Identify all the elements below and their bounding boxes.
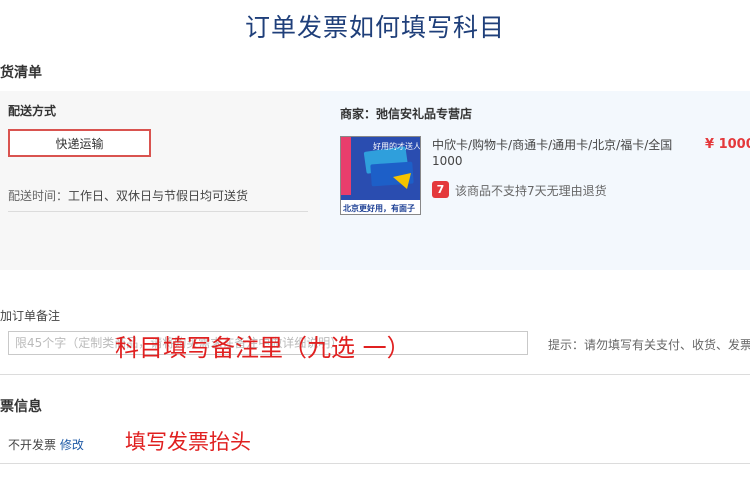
delivery-method-label: 配送方式 (8, 104, 57, 118)
product-title[interactable]: 中欣卡/购物卡/商通卡/通用卡/北京/福卡/全国 (432, 136, 672, 153)
delivery-time-label: 配送时间： (8, 189, 69, 203)
bottom-divider (0, 463, 750, 464)
express-shipping-button[interactable]: 快递运输 (8, 129, 151, 157)
section-divider (0, 374, 750, 375)
product-image[interactable]: 好用的才送人 北京更好用，有面子 (340, 136, 421, 215)
delivery-list-heading: 货清单 (0, 65, 42, 81)
order-note-label: 加订单备注 (0, 309, 61, 323)
invoice-heading: 票信息 (0, 399, 42, 415)
invoice-status-text: 不开发票 (8, 438, 57, 452)
invoice-annotation: 填写发票抬头 (125, 430, 251, 454)
product-title-line2: 1000 (432, 154, 463, 168)
order-note-tip: 提示：请勿填写有关支付、收货、发票 (548, 338, 750, 352)
product-price: ¥ 1000 (705, 137, 750, 152)
note-annotation: 科目填写备注里（九选 一） (115, 334, 411, 362)
no-return-icon: 7 (432, 181, 449, 198)
shop-label[interactable]: 商家：弛信安礼品专营店 (340, 105, 472, 122)
return-policy-text: 该商品不支持7天无理由退货 (455, 184, 607, 198)
delivery-divider (8, 211, 308, 212)
invoice-edit-link[interactable]: 修改 (60, 438, 84, 452)
page-title: 订单发票如何填写科目 (244, 13, 505, 42)
product-image-caption: 北京更好用，有面子 (343, 204, 415, 213)
invoice-status: 不开发票 修改 (8, 436, 84, 453)
delivery-time-value: 工作日、双休日与节假日均可送货 (68, 189, 249, 203)
product-image-slogan: 好用的才送人 (373, 142, 421, 151)
delivery-time: 配送时间：工作日、双休日与节假日均可送货 (8, 187, 248, 204)
